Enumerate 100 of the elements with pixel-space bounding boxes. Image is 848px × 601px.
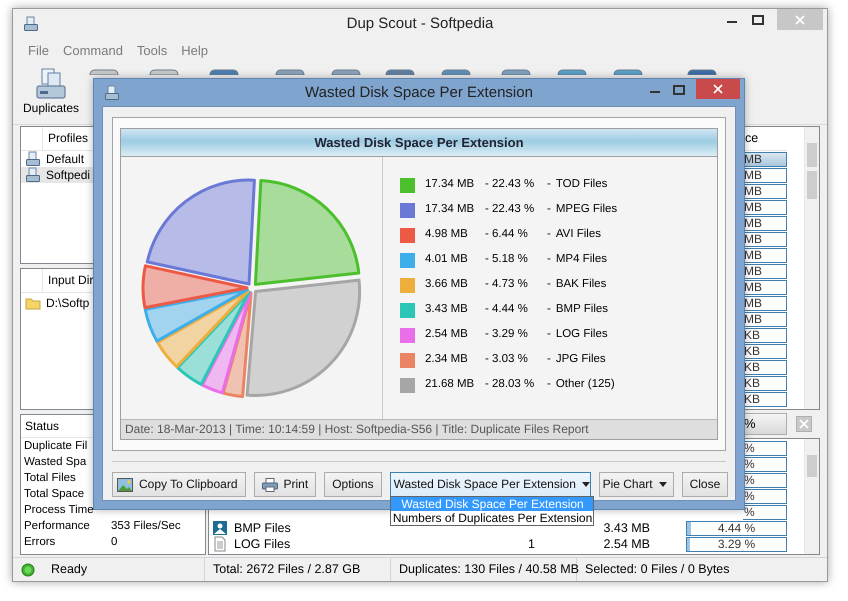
legend-percent: - 4.73 %: [485, 278, 529, 292]
toolbar-button[interactable]: [441, 69, 472, 75]
toolbar-button[interactable]: [501, 69, 532, 75]
legend-label: AVI Files: [556, 228, 602, 242]
toolbar-button[interactable]: [89, 69, 120, 75]
status-light-icon: [21, 562, 35, 576]
legend-percent: - 22.43 %: [485, 178, 536, 192]
toolbar-button[interactable]: [275, 69, 306, 75]
toolbar-button[interactable]: [209, 69, 240, 75]
legend-size: 17.34 MB: [425, 203, 476, 218]
column-header: Profiles: [47, 131, 88, 146]
clear-button[interactable]: [796, 416, 812, 432]
copy-button[interactable]: Copy To Clipboard: [112, 472, 246, 497]
status-label: Process Time: [24, 504, 95, 518]
dropdown[interactable]: Pie Chart: [598, 472, 674, 497]
menu-item[interactable]: Help: [181, 43, 208, 59]
directory-item[interactable]: D:\Softp: [21, 295, 205, 311]
legend-separator: -: [547, 203, 551, 218]
legend-percent: - 4.44 %: [485, 303, 529, 318]
size-bar: MB: [743, 280, 787, 294]
status-text: Total: 2672 Files / 2.87 GB: [213, 562, 360, 577]
close-button[interactable]: [696, 79, 740, 99]
size-bar: KB: [743, 344, 787, 358]
menu-item[interactable]: Command: [62, 43, 123, 59]
legend-label: LOG Files: [556, 328, 608, 342]
close-icon: [713, 84, 723, 94]
scrollbar[interactable]: [804, 127, 819, 409]
profile-icon: [25, 167, 41, 183]
caret-icon: [582, 482, 590, 487]
toolbar-button[interactable]: [557, 69, 588, 75]
dialog-button[interactable]: Close: [682, 472, 728, 497]
legend-size: 2.54 MB: [425, 328, 469, 342]
maximize-icon[interactable]: [672, 83, 686, 97]
legend-separator: -: [547, 353, 551, 368]
menu-item[interactable]: File: [28, 43, 49, 59]
legend-percent: - 3.29 %: [485, 328, 529, 342]
file-type-name: LOG Files: [234, 536, 292, 552]
size-bar: KB: [743, 360, 787, 374]
legend-label: BAK Files: [556, 278, 606, 292]
dialog-button[interactable]: Options: [324, 472, 382, 497]
size-bar: MB: [743, 152, 787, 166]
toolbar-button[interactable]: [613, 69, 644, 75]
file-size: 3.43 MB: [602, 520, 650, 536]
size-bar: MB: [743, 232, 787, 246]
legend-separator: -: [547, 178, 551, 192]
scrollbar[interactable]: [804, 439, 819, 554]
legend-percent: - 28.03 %: [485, 378, 536, 392]
app-icon: [23, 16, 39, 32]
status-value: 0: [111, 536, 118, 550]
percent-bar: 4.44 %: [686, 520, 787, 536]
status-label: Wasted Spa: [24, 456, 88, 470]
size-bar: MB: [743, 184, 787, 198]
legend-size: 2.34 MB: [425, 353, 469, 368]
status-text: Selected: 0 Files / 0 Bytes: [585, 562, 730, 577]
menu-item[interactable]: Tools: [136, 43, 168, 59]
legend-size: 3.43 MB: [425, 303, 469, 318]
legend-separator: -: [547, 278, 551, 292]
column-header: Status: [24, 418, 60, 434]
toolbar-button[interactable]: [331, 69, 362, 75]
dialog-title: Wasted Disk Space Per Extension: [305, 84, 533, 102]
status-label: Total Files: [24, 472, 77, 486]
legend-percent: - 3.03 %: [485, 353, 529, 368]
profile-icon: [25, 151, 41, 167]
legend-size: 4.01 MB: [425, 253, 469, 268]
column-header: Input Dir: [47, 273, 94, 288]
size-bar: MB: [743, 296, 787, 310]
document-icon: [212, 536, 228, 552]
legend-size: 17.34 MB: [425, 178, 476, 192]
size-bar: MB: [743, 264, 787, 278]
legend-separator: -: [547, 253, 551, 268]
status-label: Duplicate Fil: [24, 440, 88, 454]
size-bar: MB: [743, 200, 787, 214]
size-bar: KB: [743, 376, 787, 390]
toolbar-button[interactable]: [385, 69, 416, 75]
size-bar: MB: [743, 312, 787, 326]
printer-icon: [262, 478, 278, 492]
legend-percent: - 22.43 %: [485, 203, 536, 218]
toolbar-button[interactable]: [149, 69, 180, 75]
size-bar: KB: [743, 328, 787, 342]
legend-size: 3.66 MB: [425, 278, 469, 292]
file-count: 1: [527, 536, 535, 552]
app-icon: [104, 84, 120, 100]
size-bar: MB: [743, 248, 787, 262]
legend-label: MP4 Files: [556, 253, 607, 268]
legend-label: Other (125): [556, 378, 615, 392]
status-label: Performance: [24, 520, 91, 534]
legend-percent: - 5.18 %: [485, 253, 529, 268]
duplicates-button[interactable]: Duplicates: [21, 65, 82, 118]
caret-icon: [658, 482, 667, 487]
legend-label: MPEG Files: [556, 203, 618, 218]
percent-bar: 3.29 %: [686, 536, 787, 552]
print-button[interactable]: Print: [254, 472, 316, 497]
image-icon: [117, 478, 133, 492]
status-value: 353 Files/Sec: [111, 520, 181, 534]
dropdown-option[interactable]: Numbers of Duplicates Per Extension: [390, 511, 593, 525]
maximize-icon[interactable]: [751, 13, 765, 27]
file-type-name: BMP Files: [234, 520, 292, 536]
toolbar-button[interactable]: [687, 69, 718, 75]
folder-icon: [25, 296, 41, 310]
legend-label: TOD Files: [556, 178, 608, 192]
